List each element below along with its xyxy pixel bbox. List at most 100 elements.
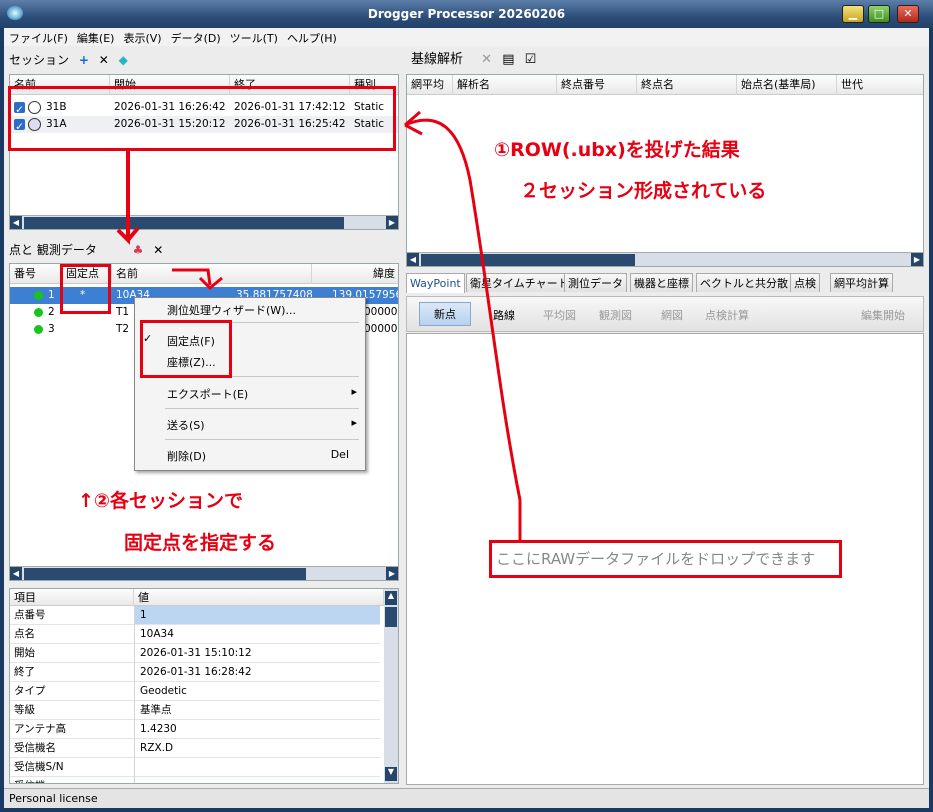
property-key: 受信機S/N [14, 761, 64, 773]
status-text: Personal license [9, 792, 98, 805]
property-row[interactable]: 開始 2026-01-31 15:10:12 [10, 644, 380, 663]
point-number: 3 [48, 323, 55, 335]
close-button[interactable]: ✕ [897, 5, 919, 23]
scroll-right-icon[interactable]: ▶ [386, 216, 398, 229]
average-map-button[interactable]: 平均図 [543, 307, 576, 323]
property-value: 1 [140, 609, 147, 621]
menu-data[interactable]: データ(D) [166, 28, 225, 46]
scroll-up-icon[interactable]: ▲ [385, 591, 397, 605]
tool-icon[interactable]: ♣ [133, 240, 144, 260]
scroll-left-icon[interactable]: ◀ [10, 216, 22, 229]
col-latitude[interactable]: 緯度 [312, 264, 398, 284]
tab-network-adjustment[interactable]: 網平均計算 [830, 273, 893, 292]
points-title: 点と 観測データ [9, 243, 97, 257]
tab-satellite-chart[interactable]: 衛星タイムチャート [466, 273, 573, 292]
import-session-icon[interactable]: ◆ [119, 50, 128, 70]
tab-inspection[interactable]: 点検 [790, 273, 820, 292]
annotation-note2-line2: 固定点を指定する [124, 532, 277, 554]
new-point-button[interactable]: 新点 [419, 302, 471, 326]
property-row[interactable]: 点番号 1 [10, 606, 380, 625]
baseline-title: 基線解析 [411, 52, 464, 67]
properties-scrollbar[interactable]: ▲ ▼ [384, 589, 398, 783]
fixed-menu-highlight [140, 320, 232, 378]
network-map-button[interactable]: 網図 [661, 307, 683, 323]
property-divider [134, 720, 135, 739]
menu-item-send[interactable]: 送る(S) [167, 417, 205, 433]
col-start-name[interactable]: 始点名(基準局) [737, 75, 837, 95]
property-key: アンテナ高 [14, 723, 67, 735]
property-divider [134, 663, 135, 682]
add-session-icon[interactable]: + [79, 50, 89, 70]
property-key: 等級 [14, 704, 35, 716]
col-generation[interactable]: 世代 [837, 75, 923, 95]
tab-positioning-data[interactable]: 測位データ [564, 273, 627, 292]
property-key: 受信機名 [14, 742, 56, 754]
col-item[interactable]: 項目 [10, 589, 134, 606]
menu-help[interactable]: ヘルプ(H) [282, 28, 341, 46]
col-point-name[interactable]: 名前 [112, 264, 312, 284]
property-divider [134, 682, 135, 701]
col-network-average[interactable]: 網平均 [407, 75, 453, 95]
sessions-scrollbar[interactable]: ◀ ▶ [10, 215, 398, 229]
print-icon[interactable]: ▤ [502, 50, 514, 70]
tab-waypoint[interactable]: WayPoint [406, 273, 465, 293]
property-row[interactable]: アンテナ高 1.4230 [10, 720, 380, 739]
menu-item-delete[interactable]: 削除(D) [167, 448, 206, 464]
col-end-number[interactable]: 終点番号 [557, 75, 637, 95]
menu-view[interactable]: 表示(V) [118, 28, 165, 46]
menu-separator [165, 439, 359, 440]
scroll-right-icon[interactable]: ▶ [911, 253, 923, 266]
sessions-highlight [8, 86, 396, 151]
close-baseline-icon[interactable]: ✕ [481, 50, 492, 70]
scroll-thumb[interactable] [421, 254, 635, 266]
tab-vectors-covariance[interactable]: ベクトルと共分散 [696, 273, 792, 292]
menu-item-wizard[interactable]: 測位処理ウィザード(W)... [167, 302, 296, 318]
scroll-right-icon[interactable]: ▶ [386, 567, 398, 580]
property-row[interactable]: 受信機 [10, 777, 380, 783]
status-bar: Personal license [4, 788, 929, 808]
annotation-note2-line1: ↑②各セッションで [78, 490, 244, 512]
menu-tools[interactable]: ツール(T) [225, 28, 282, 46]
scroll-thumb[interactable] [385, 607, 397, 627]
col-value[interactable]: 値 [134, 589, 384, 606]
scroll-thumb[interactable] [24, 217, 344, 229]
scroll-left-icon[interactable]: ◀ [407, 253, 419, 266]
properties-table: 項目 値 点番号 1 点名 10A34 開始 2026-01-31 15:10:12 終了 2… [9, 588, 399, 784]
remove-session-icon[interactable]: ✕ [99, 50, 109, 70]
edit-start-button[interactable]: 編集開始 [861, 307, 905, 323]
point-name: T1 [116, 306, 130, 318]
baseline-scrollbar[interactable]: ◀ ▶ [407, 252, 923, 266]
menu-edit[interactable]: 編集(E) [72, 28, 119, 46]
properties-header: 項目 値 [10, 589, 398, 606]
menu-item-export[interactable]: エクスポート(E) [167, 386, 248, 402]
waypoint-toolbar: 新点 路線 平均図 観測図 網図 点検計算 編集開始 [406, 296, 924, 332]
maximize-button[interactable]: □ [868, 5, 890, 23]
scroll-left-icon[interactable]: ◀ [10, 567, 22, 580]
property-row[interactable]: 終了 2026-01-31 16:28:42 [10, 663, 380, 682]
close-points-icon[interactable]: ✕ [153, 240, 163, 260]
checkbox-view-icon[interactable]: ☑ [525, 50, 537, 70]
menu-bar: ファイル(F) 編集(E) 表示(V) データ(D) ツール(T) ヘルプ(H) [4, 28, 929, 46]
check-calc-button[interactable]: 点検計算 [705, 307, 749, 323]
tab-equipment-coords[interactable]: 機器と座標 [630, 273, 693, 292]
property-divider [134, 777, 135, 783]
col-number[interactable]: 番号 [10, 264, 62, 284]
route-button[interactable]: 路線 [493, 307, 515, 323]
scroll-thumb[interactable] [24, 568, 306, 580]
property-row[interactable]: 受信機名 RZX.D [10, 739, 380, 758]
point-name: T2 [116, 323, 130, 335]
points-scrollbar[interactable]: ◀ ▶ [10, 566, 398, 580]
menu-file[interactable]: ファイル(F) [4, 28, 72, 46]
property-row[interactable]: 受信機S/N [10, 758, 380, 777]
minimize-button[interactable]: ▁ [842, 5, 864, 23]
observation-map-button[interactable]: 観測図 [599, 307, 632, 323]
property-row[interactable]: 等級 基準点 [10, 701, 380, 720]
title-bar: Drogger Processor 20260206 ▁ □ ✕ [0, 0, 933, 28]
scroll-down-icon[interactable]: ▼ [385, 767, 397, 781]
property-row[interactable]: 点名 10A34 [10, 625, 380, 644]
property-row[interactable]: タイプ Geodetic [10, 682, 380, 701]
property-divider [134, 758, 135, 777]
col-end-name[interactable]: 終点名 [637, 75, 737, 95]
submenu-arrow-icon: ▸ [351, 385, 357, 398]
col-analysis-name[interactable]: 解析名 [453, 75, 557, 95]
